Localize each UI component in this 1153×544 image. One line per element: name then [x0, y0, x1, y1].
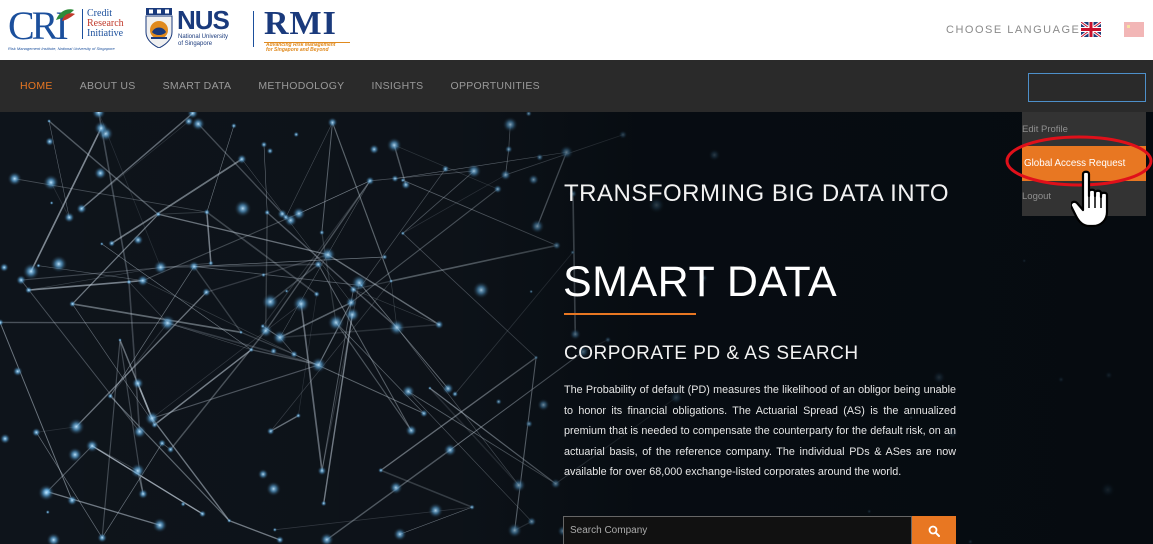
rmi-logo-name: RMI — [264, 5, 337, 42]
cri-logo-subtitle: Risk Management Institute, National Univ… — [8, 46, 115, 51]
nus-crest-icon — [145, 8, 173, 48]
cri-logo[interactable]: CRI Credit Research Initiative Risk Mana… — [8, 6, 133, 52]
rmi-logo-tagline: Advancing Risk Management for Singapore … — [266, 43, 335, 53]
leaf-icon — [56, 9, 75, 21]
china-flag-icon[interactable] — [1124, 22, 1144, 37]
hero-subtitle: CORPORATE PD & AS SEARCH — [564, 343, 859, 364]
logo-divider — [253, 11, 254, 47]
cri-logo-text: Credit Research Initiative — [82, 9, 124, 39]
hero-accent-rule — [564, 313, 696, 315]
nus-logo[interactable]: NUS National University of Singapore — [143, 6, 243, 52]
nav-item-about-us[interactable]: ABOUT US — [80, 80, 136, 92]
nav-item-home[interactable]: HOME — [20, 80, 53, 92]
choose-language-label: CHOOSE LANGUAGE — [946, 24, 1081, 36]
nav-items: HOME ABOUT US SMART DATA METHODOLOGY INS… — [20, 60, 567, 112]
hero-title-big: SMART DATA — [563, 258, 838, 306]
search-icon — [928, 525, 940, 537]
user-menu-toggle[interactable] — [1028, 73, 1146, 102]
rmi-logo[interactable]: RMI Advancing Risk Management for Singap… — [264, 5, 359, 53]
nav-item-smart-data[interactable]: SMART DATA — [163, 80, 232, 92]
search-button[interactable] — [912, 516, 956, 544]
hero-description: The Probability of default (PD) measures… — [564, 384, 956, 478]
nus-subtext-line1: National University — [178, 34, 229, 40]
nus-logo-name: NUS — [177, 5, 230, 35]
rmi-tagline-line2: for Singapore and Beyond — [266, 47, 329, 53]
nav-item-insights[interactable]: INSIGHTS — [371, 80, 423, 92]
cri-text-line3: Initiative — [87, 28, 124, 39]
main-nav: HOME ABOUT US SMART DATA METHODOLOGY INS… — [0, 60, 1153, 112]
hand-pointer-cursor-icon — [1071, 170, 1109, 228]
hero-title-line1: TRANSFORMING BIG DATA INTO — [564, 180, 950, 207]
search-company-input[interactable] — [563, 516, 912, 544]
nav-item-methodology[interactable]: METHODOLOGY — [258, 80, 344, 92]
uk-flag-icon[interactable] — [1081, 22, 1101, 37]
hero-section: TRANSFORMING BIG DATA INTO SMART DATA CO… — [0, 112, 1153, 544]
nus-logo-subtext: National University of Singapore — [178, 34, 228, 48]
logo-group: CRI Credit Research Initiative Risk Mana… — [8, 4, 359, 54]
company-search — [563, 516, 956, 544]
nav-item-opportunities[interactable]: OPPORTUNITIES — [450, 80, 539, 92]
nus-subtext-line2: of Singapore — [178, 41, 213, 47]
site-header: CRI Credit Research Initiative Risk Mana… — [0, 0, 1153, 60]
